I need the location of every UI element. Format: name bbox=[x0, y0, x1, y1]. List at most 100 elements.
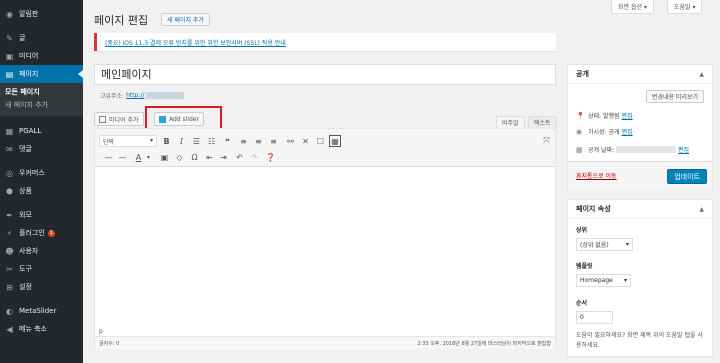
comments-icon: ✉ bbox=[6, 144, 13, 154]
menu-label: 외모 bbox=[19, 211, 32, 219]
template-select[interactable]: Homepage ▾ bbox=[576, 274, 631, 287]
permalink-redacted bbox=[145, 92, 184, 99]
parent-select-value: (상위 없음) bbox=[580, 242, 609, 249]
menu-products[interactable]: ⬢ 상품 bbox=[0, 182, 83, 200]
pages-submenu: 모든 페이지 새 페이지 추가 bbox=[0, 83, 83, 116]
admin-sidebar: ◉ 알림판 ✎ 글 ▣ 미디어 ▤ 페이지 모든 페이지 새 페이지 추가 ▦ PGALL… bbox=[0, 0, 83, 363]
edit-date-link[interactable]: 편집 bbox=[678, 145, 689, 154]
admin-notice: (중요) iOS 11.3 결제 오류 방지를 위한 위한 보안서버 (SSL)… bbox=[94, 33, 556, 51]
menu-users[interactable]: ☻ 사용자 bbox=[0, 242, 83, 260]
notice-link[interactable]: (중요) iOS 11.3 결제 오류 방지를 위한 위한 보안서버 (SSL)… bbox=[105, 38, 286, 47]
italic-icon[interactable]: I bbox=[176, 136, 187, 147]
menu-posts[interactable]: ✎ 글 bbox=[0, 29, 83, 47]
tools-icon: ✂ bbox=[6, 264, 13, 274]
metaslider-icon: ◐ bbox=[6, 306, 13, 316]
link-icon[interactable]: ⚯ bbox=[285, 136, 296, 147]
parent-label: 상위 bbox=[576, 227, 588, 234]
edit-status-link[interactable]: 편집 bbox=[622, 111, 633, 120]
submenu-all-pages[interactable]: 모든 페이지 bbox=[0, 86, 83, 99]
permalink-link[interactable]: http:// bbox=[126, 92, 144, 99]
menu-metaslider[interactable]: ◐ MetaSlider bbox=[0, 302, 83, 320]
dashboard-icon: ◉ bbox=[6, 9, 13, 19]
add-new-page-button[interactable]: 새 페이지 추가 bbox=[161, 13, 210, 26]
menu-label: 댓글 bbox=[19, 145, 32, 153]
date-redacted bbox=[616, 146, 677, 153]
fullscreen-icon[interactable]: ⤧ bbox=[541, 135, 552, 146]
screen-options-button[interactable]: 화면 옵션 ▾ bbox=[611, 0, 654, 14]
collapse-toggle-icon[interactable]: ▲ bbox=[699, 65, 704, 83]
menu-plugins[interactable]: ⚡ 플러그인 1 bbox=[0, 224, 83, 242]
chevron-down-icon[interactable]: ▾ bbox=[143, 152, 154, 163]
bold-icon[interactable]: B bbox=[161, 136, 172, 147]
parent-select[interactable]: (상위 없음) ▾ bbox=[576, 238, 633, 251]
menu-comments[interactable]: ✉ 댓글 bbox=[0, 140, 83, 158]
move-to-trash-link[interactable]: 휴지통으로 이동 bbox=[576, 171, 617, 180]
page-title: 페이지 편집 bbox=[94, 14, 149, 27]
menu-media[interactable]: ▣ 미디어 bbox=[0, 47, 83, 65]
align-left-icon[interactable]: ≡ bbox=[238, 136, 249, 147]
tab-text[interactable]: 텍스트 bbox=[528, 116, 557, 128]
read-more-icon[interactable]: ☐ bbox=[315, 136, 326, 147]
horizontal-line-icon[interactable]: — bbox=[117, 152, 128, 163]
help-button[interactable]: 도움말 ▾ bbox=[667, 0, 703, 14]
plugins-icon: ⚡ bbox=[6, 228, 13, 238]
help-icon[interactable]: ❓ bbox=[265, 152, 276, 163]
menu-label: 상품 bbox=[19, 187, 32, 195]
tab-visual[interactable]: 비주얼 bbox=[496, 116, 525, 128]
update-button[interactable]: 업데이트 bbox=[667, 169, 707, 184]
menu-label: 도구 bbox=[19, 265, 32, 273]
date-label: 공개 날짜: bbox=[588, 147, 615, 154]
menu-collapse[interactable]: ◀ 메뉴 축소 bbox=[0, 320, 83, 338]
clear-formatting-icon[interactable]: ◇ bbox=[174, 152, 185, 163]
publish-box-header[interactable]: 공개 ▲ bbox=[568, 65, 712, 84]
special-character-icon[interactable]: Ω bbox=[189, 152, 200, 163]
publish-box: 공개 ▲ 변경내용 미리보기 📍 상태: 발행됨 편집 ◉ 가시성: 공개 편집 ▦ 공개 … bbox=[567, 64, 713, 190]
order-input[interactable]: 0 bbox=[576, 311, 613, 324]
eye-icon: ◉ bbox=[576, 127, 583, 136]
collapse-toggle-icon[interactable]: ▲ bbox=[699, 200, 704, 218]
format-select[interactable]: 단락 ▾ bbox=[99, 135, 157, 147]
menu-pages[interactable]: ▤ 페이지 bbox=[0, 65, 83, 83]
toolbar-toggle-icon[interactable]: ▦ bbox=[329, 135, 341, 147]
menu-appearance[interactable]: ✒ 외모 bbox=[0, 206, 83, 224]
menu-label: 플러그인 bbox=[19, 229, 45, 237]
paste-text-icon[interactable]: ▣ bbox=[159, 152, 170, 163]
outdent-icon[interactable]: ⇤ bbox=[204, 152, 215, 163]
numbered-list-icon[interactable]: ☷ bbox=[206, 136, 217, 147]
bullet-list-icon[interactable]: ☰ bbox=[191, 136, 202, 147]
menu-pgall[interactable]: ▦ PGALL bbox=[0, 122, 83, 140]
align-center-icon[interactable]: ≡ bbox=[253, 136, 264, 147]
page-attributes-header[interactable]: 페이지 속성 ▲ bbox=[568, 200, 712, 219]
undo-icon[interactable]: ↶ bbox=[234, 152, 245, 163]
page-attributes-title: 페이지 속성 bbox=[576, 205, 611, 213]
menu-label: 사용자 bbox=[19, 247, 39, 255]
editor-content[interactable] bbox=[95, 167, 555, 325]
permalink-label: 고유주소: bbox=[100, 93, 125, 100]
permalink: 고유주소: http:// bbox=[100, 91, 184, 100]
calendar-icon: ▦ bbox=[576, 145, 583, 154]
page-attributes-box: 페이지 속성 ▲ 상위 (상위 없음) ▾ 템플릿 Homepage ▾ 순서 0 도… bbox=[567, 199, 713, 357]
preview-changes-button[interactable]: 변경내용 미리보기 bbox=[645, 90, 704, 103]
menu-woocommerce[interactable]: ◎ 우커머스 bbox=[0, 164, 83, 182]
redo-icon[interactable]: ↷ bbox=[249, 152, 260, 163]
submenu-add-page[interactable]: 새 페이지 추가 bbox=[0, 99, 83, 112]
add-media-button[interactable]: 미디어 추가 bbox=[94, 112, 144, 126]
menu-dashboard[interactable]: ◉ 알림판 bbox=[0, 5, 83, 23]
post-title-input[interactable]: 메인페이지 bbox=[94, 64, 556, 85]
users-icon: ☻ bbox=[5, 246, 14, 256]
add-media-label: 미디어 추가 bbox=[109, 116, 139, 124]
indent-icon[interactable]: ⇥ bbox=[218, 152, 229, 163]
last-edited: 2:33 오후, 2018년 8월 27일에 마스터님이 마지막으로 편집함 bbox=[417, 340, 551, 347]
date-row: ▦ 공개 날짜: 편집 bbox=[576, 145, 689, 155]
unlink-icon[interactable]: ✕ bbox=[300, 136, 311, 147]
status-value: 발행됨 bbox=[602, 113, 620, 120]
pgall-icon: ▦ bbox=[5, 126, 14, 136]
edit-visibility-link[interactable]: 편집 bbox=[622, 127, 633, 136]
blockquote-icon[interactable]: ❝ bbox=[222, 136, 233, 147]
strikethrough-icon[interactable]: — bbox=[103, 152, 114, 163]
menu-settings[interactable]: ⊞ 설정 bbox=[0, 278, 83, 296]
editor: 단락 ▾ B I ☰ ☷ ❝ ≡ ≡ ≡ ⚯ ✕ ☐ ▦ — — A ▾ ▣ ◇ … bbox=[94, 128, 556, 349]
align-right-icon[interactable]: ≡ bbox=[268, 136, 279, 147]
pin-icon: ✎ bbox=[6, 33, 13, 43]
menu-tools[interactable]: ✂ 도구 bbox=[0, 260, 83, 278]
